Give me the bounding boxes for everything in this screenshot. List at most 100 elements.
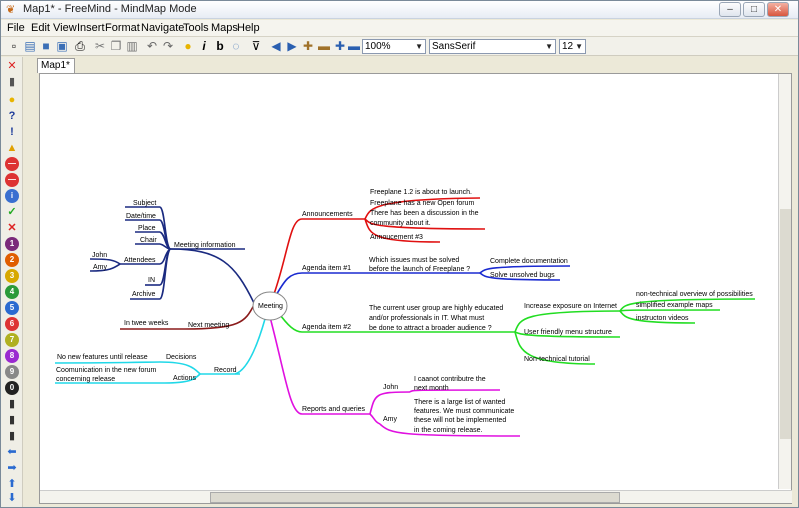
node-ann-3[interactable]: Annoucement #3 xyxy=(370,234,423,241)
traffic-light-yellow-icon[interactable]: ▮ xyxy=(5,413,19,427)
center-node[interactable]: Meeting xyxy=(258,303,283,310)
horizontal-scroll-thumb[interactable] xyxy=(210,492,620,503)
node-record[interactable]: Record xyxy=(214,367,237,374)
node-place[interactable]: Place xyxy=(138,225,156,232)
node-meeting-info[interactable]: Meeting information xyxy=(174,242,236,249)
vertical-scroll-thumb[interactable] xyxy=(780,209,791,439)
question-icon[interactable]: ? xyxy=(5,109,19,123)
node-chair[interactable]: Chair xyxy=(140,237,157,244)
traffic-light-green-icon[interactable]: ▮ xyxy=(5,429,19,443)
node-no-new-features[interactable]: No new features until release xyxy=(57,354,148,361)
zoom-in-gold-icon[interactable]: ✚ xyxy=(301,39,315,53)
menu-navigate[interactable]: Navigate xyxy=(141,22,184,34)
arrow-up-icon[interactable]: ⬆ xyxy=(5,477,19,491)
node-in-twee-weeks[interactable]: In twee weeks xyxy=(124,320,169,327)
zoom-out-gold-icon[interactable]: ▬ xyxy=(317,39,331,53)
idea-icon[interactable]: ● xyxy=(5,93,19,107)
important-icon[interactable]: ! xyxy=(5,125,19,139)
filter-icon[interactable]: ⊽ xyxy=(249,39,263,53)
menu-edit[interactable]: Edit xyxy=(31,22,50,34)
priority-0-icon[interactable]: 0 xyxy=(5,381,19,395)
cancel-icon[interactable]: ✕ xyxy=(5,221,19,235)
priority-9-icon[interactable]: 9 xyxy=(5,365,19,379)
node-subject[interactable]: Subject xyxy=(133,200,156,207)
node-amy-text-line2[interactable]: features. We must communicate xyxy=(414,408,514,415)
node-agenda-2[interactable]: Agenda item #2 xyxy=(302,324,351,331)
node-communication-line1[interactable]: Coomunication in the new forum xyxy=(56,367,157,374)
close-button[interactable]: ✕ xyxy=(767,2,789,17)
node-next-meeting[interactable]: Next meeting xyxy=(188,322,229,329)
node-solve-bugs[interactable]: Solve unsolved bugs xyxy=(490,272,555,279)
priority-1-icon[interactable]: 1 xyxy=(5,237,19,251)
node-datetime[interactable]: Date/time xyxy=(126,213,156,220)
node-agenda2-text-line2[interactable]: and/or professionals in IT. What must xyxy=(369,315,484,322)
font-family-select[interactable]: SansSerif ▼ xyxy=(429,39,556,54)
menu-view[interactable]: View xyxy=(53,22,77,34)
node-john-text-line1[interactable]: I caanot contributre the xyxy=(414,376,486,383)
node-non-tech-overview[interactable]: non-technical overview of possibilities xyxy=(636,291,753,298)
maximize-button[interactable]: □ xyxy=(743,2,765,17)
italic-icon[interactable]: i xyxy=(197,39,211,53)
copy-icon[interactable]: ❐ xyxy=(109,39,123,53)
zoom-in-icon[interactable]: ✚ xyxy=(333,39,347,53)
node-actions[interactable]: Actions xyxy=(173,375,196,382)
node-amy-text-line1[interactable]: There is a large list of wanted xyxy=(414,399,506,406)
minus-icon[interactable]: — xyxy=(5,173,19,187)
remove-icon[interactable]: ✕ xyxy=(5,59,19,73)
node-attendees[interactable]: Attendees xyxy=(124,257,156,264)
note-icon[interactable]: ◌ xyxy=(229,39,243,53)
node-agenda2-text-line1[interactable]: The current user group are highly educat… xyxy=(369,305,503,312)
undo-icon[interactable]: ↶ xyxy=(145,39,159,53)
node-in[interactable]: IN xyxy=(148,277,155,284)
node-amy-text-line3[interactable]: these will not be implemented xyxy=(414,417,506,424)
node-john[interactable]: John xyxy=(92,252,107,259)
node-ann-2-line2[interactable]: There has been a discussion in the xyxy=(370,210,479,217)
node-reports-john[interactable]: John xyxy=(383,384,398,391)
tab-map1[interactable]: Map1* xyxy=(37,58,75,73)
node-communication-line2[interactable]: concerning release xyxy=(56,376,115,383)
save-icon[interactable]: ■ xyxy=(39,39,53,53)
menu-insert[interactable]: Insert xyxy=(77,22,105,34)
node-decisions[interactable]: Decisions xyxy=(166,354,197,361)
bold-icon[interactable]: b xyxy=(213,39,227,53)
arrow-down-icon[interactable]: ⬇ xyxy=(5,491,19,505)
node-instruction-videos[interactable]: instructon videos xyxy=(636,315,689,322)
node-archive[interactable]: Archive xyxy=(132,291,155,298)
node-complete-docs[interactable]: Complete documentation xyxy=(490,258,568,265)
redo-icon[interactable]: ↷ xyxy=(161,39,175,53)
arrow-left-icon[interactable]: ⬅ xyxy=(5,445,19,459)
priority-8-icon[interactable]: 8 xyxy=(5,349,19,363)
node-ann-1[interactable]: Freeplane 1.2 is about to launch. xyxy=(370,189,472,196)
menu-tools[interactable]: Tools xyxy=(183,22,209,34)
traffic-light-red-icon[interactable]: ▮ xyxy=(5,397,19,411)
ok-icon[interactable]: ✓ xyxy=(5,205,19,219)
info-icon[interactable]: i xyxy=(5,189,19,203)
node-reports-amy[interactable]: Amy xyxy=(383,416,398,423)
stop-icon[interactable]: — xyxy=(5,157,19,171)
node-ann-2-line1[interactable]: Freeplane has a new Open forum xyxy=(370,200,474,207)
new-file-icon[interactable]: ▫ xyxy=(7,39,21,53)
zoom-select[interactable]: 100% ▼ xyxy=(362,39,426,54)
node-agenda1-text-line1[interactable]: Which issues must be solved xyxy=(369,257,459,264)
node-announcements[interactable]: Announcements xyxy=(302,211,353,218)
menu-maps[interactable]: Maps xyxy=(211,22,238,34)
node-amy[interactable]: Amy xyxy=(93,264,108,271)
node-amy-text-line4[interactable]: in the coming release. xyxy=(414,427,483,434)
open-file-icon[interactable]: ▤ xyxy=(23,39,37,53)
priority-7-icon[interactable]: 7 xyxy=(5,333,19,347)
trash-icon[interactable]: ▮ xyxy=(5,75,19,89)
node-user-friendly-menu[interactable]: User friendly menu structure xyxy=(524,329,612,336)
priority-6-icon[interactable]: 6 xyxy=(5,317,19,331)
node-john-text-line2[interactable]: next month xyxy=(414,385,449,392)
lightbulb-icon[interactable]: ● xyxy=(181,39,195,53)
node-ann-2-line3[interactable]: community about it. xyxy=(370,220,431,227)
priority-4-icon[interactable]: 4 xyxy=(5,285,19,299)
menu-help[interactable]: Help xyxy=(237,22,260,34)
node-reports[interactable]: Reports and queries xyxy=(302,406,366,413)
back-icon[interactable]: ◀ xyxy=(269,39,283,53)
node-agenda2-text-line3[interactable]: be done to attract a broader audience ? xyxy=(369,325,492,332)
node-increase-exposure[interactable]: Increase exposure on Internet xyxy=(524,303,617,310)
print-icon[interactable]: ⎙ xyxy=(73,39,87,53)
minimize-button[interactable]: – xyxy=(719,2,741,17)
map-canvas[interactable]: Meeting Meeting information Subject Date… xyxy=(39,73,792,504)
